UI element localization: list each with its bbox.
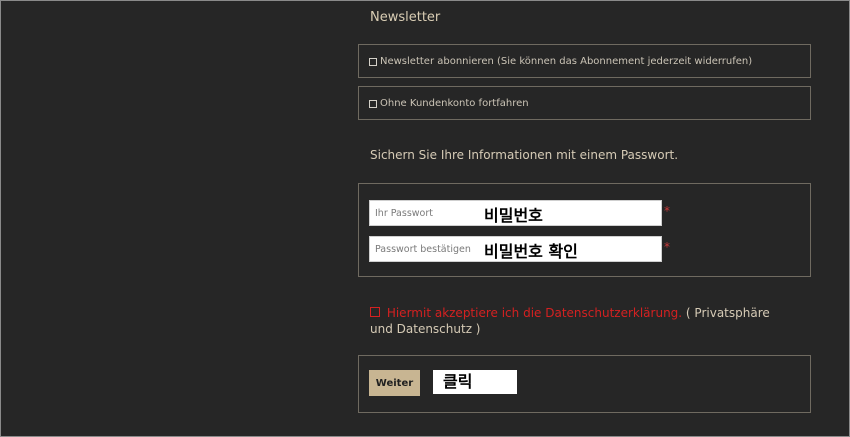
newsletter-heading: Newsletter [370,10,441,25]
guest-checkout-label: Ohne Kundenkonto fortfahren [380,98,529,109]
password-placeholder: Ihr Passwort [375,208,433,219]
newsletter-subscribe-label: Newsletter abonnieren (Sie können das Ab… [380,56,753,67]
password-box: Ihr Passwort 비밀번호 * Passwort bestätigen … [358,183,811,277]
submit-box: Weiter 클릭 [358,355,811,413]
weiter-button[interactable]: Weiter [369,370,420,396]
password-required-mark: * [664,204,670,218]
guest-checkout-checkbox[interactable] [369,99,377,108]
password-input[interactable]: Ihr Passwort 비밀번호 [369,200,662,226]
privacy-consent: Hiermit akzeptiere ich die Datenschutzer… [370,305,790,337]
password-confirm-annotation: 비밀번호 확인 [484,242,578,261]
newsletter-subscribe-checkbox[interactable] [369,57,377,66]
password-annotation: 비밀번호 [484,206,543,225]
newsletter-subscribe-option[interactable]: Newsletter abonnieren (Sie können das Ab… [369,56,752,67]
password-confirm-placeholder: Passwort bestätigen [375,244,471,255]
password-confirm-input[interactable]: Passwort bestätigen 비밀번호 확인 [369,236,662,262]
privacy-consent-link[interactable]: Hiermit akzeptiere ich die Datenschutzer… [387,306,682,320]
newsletter-subscribe-box: Newsletter abonnieren (Sie können das Ab… [358,44,811,78]
password-info-text: Sichern Sie Ihre Informationen mit einem… [370,148,679,162]
guest-checkout-box: Ohne Kundenkonto fortfahren [358,86,811,120]
password-confirm-required-mark: * [664,240,670,254]
privacy-consent-checkbox[interactable] [370,307,380,317]
click-annotation: 클릭 [433,370,517,394]
guest-checkout-option[interactable]: Ohne Kundenkonto fortfahren [369,98,529,109]
